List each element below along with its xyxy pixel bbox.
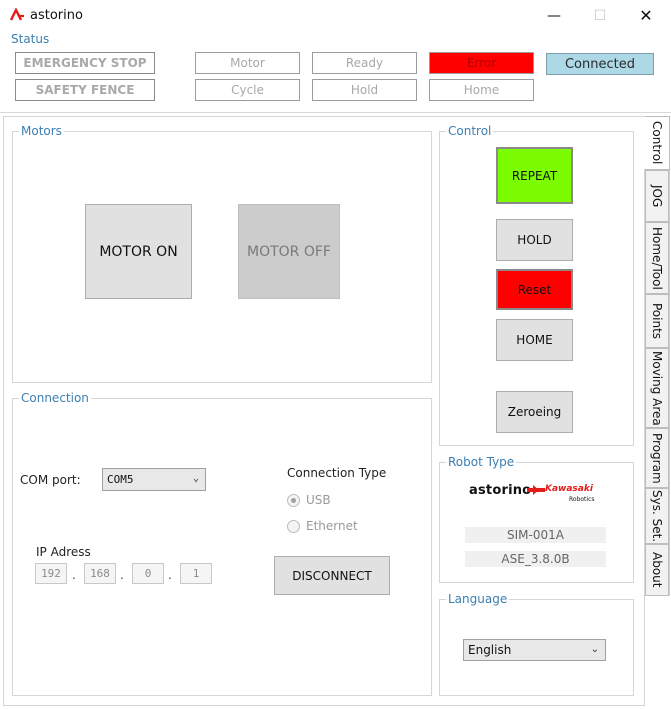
connection-group-label: Connection xyxy=(19,391,91,405)
tab-home-tool-label: Home/Tool xyxy=(650,226,664,290)
tab-control[interactable]: Control xyxy=(644,116,670,170)
ip-octet-4-input[interactable]: 1 xyxy=(180,563,212,584)
ip-separator: . xyxy=(72,568,76,582)
usb-radio[interactable]: USB xyxy=(287,493,331,507)
robot-model-field: SIM-001A xyxy=(465,527,606,543)
robot-version-field: ASE_3.8.0B xyxy=(465,551,606,567)
minimize-button[interactable]: — xyxy=(531,0,577,31)
tab-sys-set[interactable]: Sys. Set. xyxy=(645,488,669,544)
ip-octet-3-input[interactable]: 0 xyxy=(132,563,164,584)
status-motor: Motor xyxy=(195,52,300,74)
close-button[interactable]: ✕ xyxy=(623,0,669,31)
ip-octet-1-input[interactable]: 192 xyxy=(35,563,67,584)
tab-about-label: About xyxy=(650,552,664,588)
language-group-label: Language xyxy=(446,592,510,606)
status-connected: Connected xyxy=(546,53,654,75)
status-home: Home xyxy=(429,79,534,101)
radio-selected-icon xyxy=(287,493,300,507)
kawasaki-brand: Kawasaki xyxy=(545,484,593,494)
chevron-down-icon: ⌄ xyxy=(192,473,199,484)
status-divider xyxy=(0,112,671,113)
chevron-down-icon: ⌄ xyxy=(590,644,599,655)
motors-group: Motors xyxy=(12,124,432,383)
motors-group-label: Motors xyxy=(19,124,64,138)
tab-home-tool[interactable]: Home/Tool xyxy=(645,222,669,294)
motor-on-button[interactable]: MOTOR ON xyxy=(85,204,192,299)
window-title: astorino xyxy=(30,8,83,23)
tab-points[interactable]: Points xyxy=(645,294,669,348)
status-ready: Ready xyxy=(312,52,417,74)
status-error: Error xyxy=(429,52,534,74)
repeat-button[interactable]: REPEAT xyxy=(496,147,573,204)
ip-separator: . xyxy=(120,568,124,582)
tab-control-label: Control xyxy=(650,121,664,165)
ethernet-radio[interactable]: Ethernet xyxy=(287,519,358,533)
tab-sys-set-label: Sys. Set. xyxy=(650,489,664,543)
tab-program-label: Program xyxy=(650,432,664,484)
status-emergency-stop: EMERGENCY STOP xyxy=(15,52,155,74)
control-group-label: Control xyxy=(446,124,494,138)
hold-button[interactable]: HOLD xyxy=(496,219,573,261)
radio-unselected-icon xyxy=(287,519,300,533)
tab-jog[interactable]: JOG xyxy=(645,170,669,222)
ip-octet-2-input[interactable]: 168 xyxy=(84,563,116,584)
tab-moving-area-label: Moving Area xyxy=(650,350,664,426)
home-button[interactable]: HOME xyxy=(496,319,573,361)
ethernet-radio-label: Ethernet xyxy=(306,519,358,533)
usb-radio-label: USB xyxy=(306,493,331,507)
astorino-brand: astorino xyxy=(469,483,532,498)
com-port-value: COM5 xyxy=(107,473,134,486)
status-cycle: Cycle xyxy=(195,79,300,101)
astorino-logo-icon xyxy=(9,8,24,21)
maximize-button[interactable]: ☐ xyxy=(577,0,623,31)
kawasaki-logo-icon xyxy=(527,485,545,495)
status-group-label: Status xyxy=(9,32,52,46)
tab-about[interactable]: About xyxy=(645,544,669,596)
tab-points-label: Points xyxy=(650,302,664,340)
tab-program[interactable]: Program xyxy=(645,428,669,488)
status-hold: Hold xyxy=(312,79,417,101)
com-port-label: COM port: xyxy=(20,473,81,487)
tab-moving-area[interactable]: Moving Area xyxy=(645,348,669,428)
robotics-subtitle: Robotics xyxy=(569,496,595,503)
ip-separator: . xyxy=(168,568,172,582)
language-select[interactable]: English ⌄ xyxy=(463,639,606,661)
language-value: English xyxy=(468,643,512,657)
motor-off-button[interactable]: MOTOR OFF xyxy=(238,204,340,299)
status-safety-fence: SAFETY FENCE xyxy=(15,79,155,101)
ip-address-label: IP Adress xyxy=(36,545,91,559)
com-port-select[interactable]: COM5 ⌄ xyxy=(102,468,206,491)
connection-type-label: Connection Type xyxy=(287,466,387,480)
robot-type-group-label: Robot Type xyxy=(446,455,517,469)
reset-button[interactable]: Reset xyxy=(496,269,573,310)
zeroing-button[interactable]: Zeroeing xyxy=(496,391,573,433)
disconnect-button[interactable]: DISCONNECT xyxy=(274,556,390,595)
tab-jog-label: JOG xyxy=(650,184,664,208)
